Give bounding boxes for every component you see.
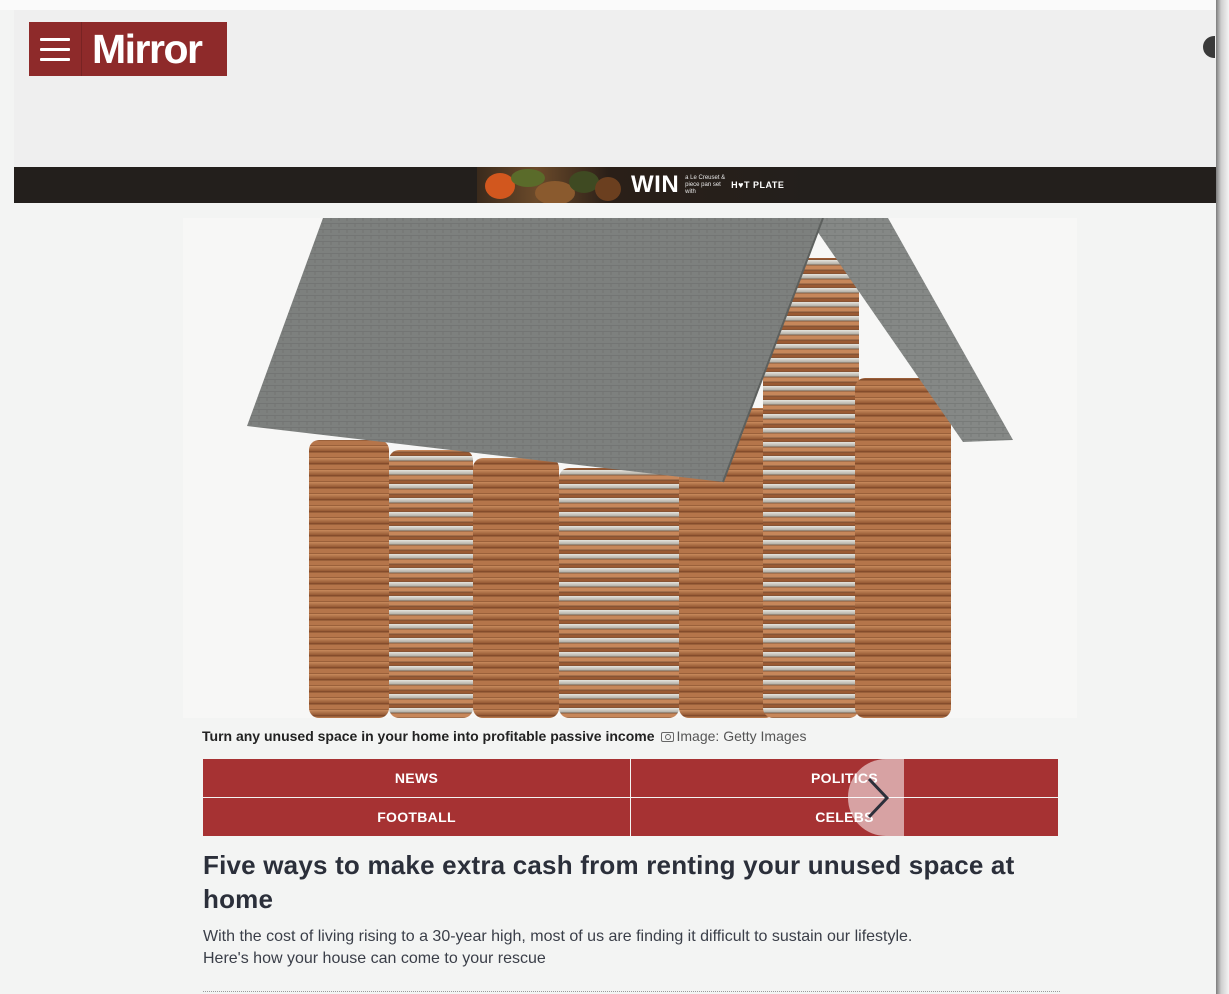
page: Mirror WIN a Le Creuset & piece pan set … <box>0 0 1229 994</box>
hero-image <box>183 218 1077 718</box>
camera-icon <box>660 732 674 742</box>
ad-small-text: a Le Creuset & piece pan set with <box>685 174 726 195</box>
nav-item-celebs[interactable]: CELEBS <box>631 798 1058 836</box>
image-caption: Turn any unused space in your home into … <box>202 726 1062 746</box>
hamburger-menu-icon[interactable] <box>29 22 82 76</box>
article-standfirst: With the cost of living rising to a 30-y… <box>203 926 1063 970</box>
caption-text: Turn any unused space in your home into … <box>202 728 655 744</box>
food-image <box>477 167 627 203</box>
nav-item-politics[interactable]: POLITICS <box>631 759 1058 797</box>
chevron-right-icon <box>867 777 890 818</box>
logo-text[interactable]: Mirror <box>82 22 203 76</box>
nav-item-football[interactable]: FOOTBALL <box>203 798 630 836</box>
top-strip <box>0 0 1229 10</box>
standfirst-line-1: With the cost of living rising to a 30-y… <box>203 928 913 945</box>
standfirst-line-2: Here's how your house can come to your r… <box>203 950 546 967</box>
nav-item-news[interactable]: NEWS <box>203 759 630 797</box>
page-edge-shadow <box>1216 0 1229 994</box>
ad-banner[interactable]: WIN a Le Creuset & piece pan set with H♥… <box>477 167 807 203</box>
ad-partner-text: H♥T PLATE <box>731 180 785 190</box>
section-nav: NEWS POLITICS FOOTBALL CELEBS <box>203 759 1058 836</box>
site-logo[interactable]: Mirror <box>29 22 227 76</box>
ad-win-text: WIN <box>631 171 680 198</box>
ad-bar: WIN a Le Creuset & piece pan set with H♥… <box>14 167 1218 203</box>
divider <box>203 991 1060 992</box>
article-headline[interactable]: Five ways to make extra cash from rentin… <box>203 848 1033 916</box>
image-credit: Image: Getty Images <box>676 728 807 744</box>
